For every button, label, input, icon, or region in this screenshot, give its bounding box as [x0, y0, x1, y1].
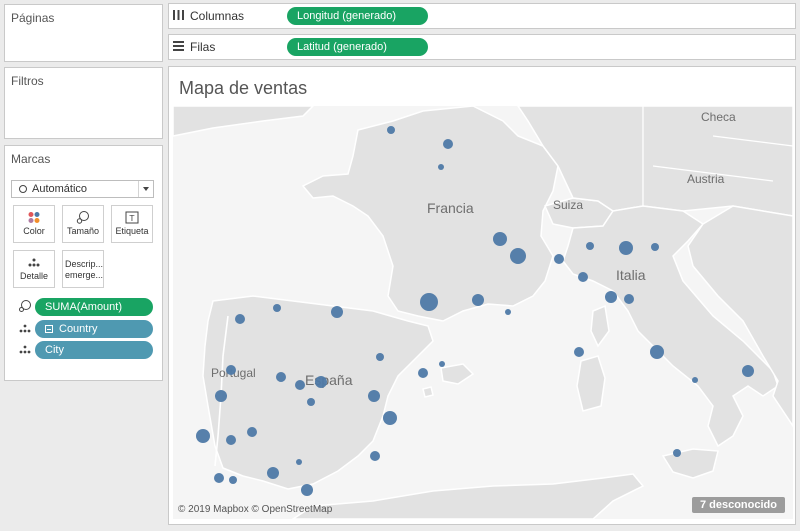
city-mark[interactable] [229, 476, 237, 484]
city-mark[interactable] [554, 254, 564, 264]
city-mark[interactable] [439, 361, 445, 367]
city-mark[interactable] [315, 376, 327, 388]
columns-shelf: Columnas Longitud (generado) [168, 3, 796, 29]
size-field-pill[interactable]: SUMA(Amount) [35, 298, 153, 316]
city-mark[interactable] [383, 411, 397, 425]
longitude-pill-label: Longitud (generado) [297, 10, 397, 22]
city-mark[interactable] [443, 139, 453, 149]
size-field-icon [18, 299, 32, 313]
city-mark[interactable] [493, 232, 507, 246]
city-mark[interactable] [742, 365, 754, 377]
city-mark[interactable] [226, 365, 236, 375]
latitude-pill[interactable]: Latitud (generado) [287, 38, 428, 56]
pages-title: Páginas [11, 11, 55, 25]
columns-label: Columnas [190, 9, 245, 23]
city-mark[interactable] [273, 304, 281, 312]
city-mark[interactable] [267, 467, 279, 479]
tooltip-button[interactable]: Descrip... emerge... [62, 250, 104, 288]
tooltip-label: Descrip... emerge... [65, 259, 104, 280]
detail-button[interactable]: Detalle [13, 250, 55, 288]
label-label: Etiqueta [115, 226, 149, 236]
city-mark[interactable] [578, 272, 588, 282]
latitude-pill-label: Latitud (generado) [297, 41, 387, 53]
city-mark[interactable] [624, 294, 634, 304]
city-mark[interactable] [368, 390, 380, 402]
city-mark[interactable] [376, 353, 384, 361]
city-mark[interactable] [331, 306, 343, 318]
rows-label: Filas [190, 40, 216, 54]
collapse-icon[interactable] [45, 325, 53, 333]
city-field-pill[interactable]: City [35, 341, 153, 359]
marks-title: Marcas [11, 152, 51, 166]
map-attribution: © 2019 Mapbox © OpenStreetMap [178, 504, 333, 515]
mark-type-value: Automático [32, 183, 88, 195]
country-field-label: Country [59, 323, 98, 335]
svg-text:T: T [129, 214, 135, 223]
city-mark[interactable] [418, 368, 428, 378]
columns-icon [173, 9, 184, 23]
rows-icon [173, 40, 184, 54]
map[interactable]: Checa Austria Francia Suiza Italia Portu… [173, 106, 793, 519]
city-mark[interactable] [605, 291, 617, 303]
city-mark[interactable] [586, 242, 594, 250]
longitude-pill[interactable]: Longitud (generado) [287, 7, 428, 25]
view-panel: Mapa de ventas Checa Austria Francia Sui… [168, 66, 796, 525]
detail-field-icon [18, 321, 32, 335]
city-mark[interactable] [370, 451, 380, 461]
city-mark[interactable] [247, 427, 257, 437]
label-icon: T [125, 211, 139, 224]
size-field-label: SUMA(Amount) [45, 301, 123, 313]
city-mark[interactable] [692, 377, 698, 383]
city-mark[interactable] [619, 241, 633, 255]
country-field-pill[interactable]: Country [35, 320, 153, 338]
city-mark[interactable] [438, 164, 444, 170]
view-title: Mapa de ventas [179, 78, 308, 98]
filters-title: Filtros [11, 74, 44, 88]
label-button[interactable]: T Etiqueta [111, 205, 153, 243]
city-mark[interactable] [650, 345, 664, 359]
color-icon [27, 211, 41, 224]
size-button[interactable]: Tamaño [62, 205, 104, 243]
detail-label: Detalle [19, 271, 48, 281]
city-mark[interactable] [214, 473, 224, 483]
rows-shelf: Filas Latitud (generado) [168, 34, 796, 60]
city-mark[interactable] [420, 293, 438, 311]
city-mark[interactable] [226, 435, 236, 445]
city-mark[interactable] [510, 248, 526, 264]
filters-card: Filtros [4, 67, 163, 139]
size-icon [76, 211, 90, 224]
detail-icon [27, 256, 41, 269]
chevron-down-icon[interactable] [138, 181, 153, 197]
mark-type-dropdown[interactable]: Automático [11, 180, 154, 198]
city-mark[interactable] [296, 459, 302, 465]
city-mark[interactable] [215, 390, 227, 402]
city-mark[interactable] [276, 372, 286, 382]
city-mark[interactable] [673, 449, 681, 457]
city-mark[interactable] [387, 126, 395, 134]
city-field-label: City [45, 344, 64, 356]
size-label: Tamaño [66, 226, 100, 236]
sales-marks [196, 126, 754, 496]
city-mark[interactable] [574, 347, 584, 357]
city-mark[interactable] [472, 294, 484, 306]
city-mark[interactable] [651, 243, 659, 251]
city-mark[interactable] [295, 380, 305, 390]
city-mark[interactable] [505, 309, 511, 315]
city-mark[interactable] [307, 398, 315, 406]
color-button[interactable]: Color [13, 205, 55, 243]
city-mark[interactable] [301, 484, 313, 496]
city-mark[interactable] [196, 429, 210, 443]
marks-card: Marcas Automático Color Tamaño T Etiquet… [4, 145, 163, 381]
circle-mark-icon [19, 185, 27, 193]
detail-field-icon-2 [18, 342, 32, 356]
city-mark[interactable] [235, 314, 245, 324]
unknown-badge[interactable]: 7 desconocido [691, 497, 785, 513]
pages-card: Páginas [4, 4, 163, 62]
color-label: Color [23, 226, 45, 236]
